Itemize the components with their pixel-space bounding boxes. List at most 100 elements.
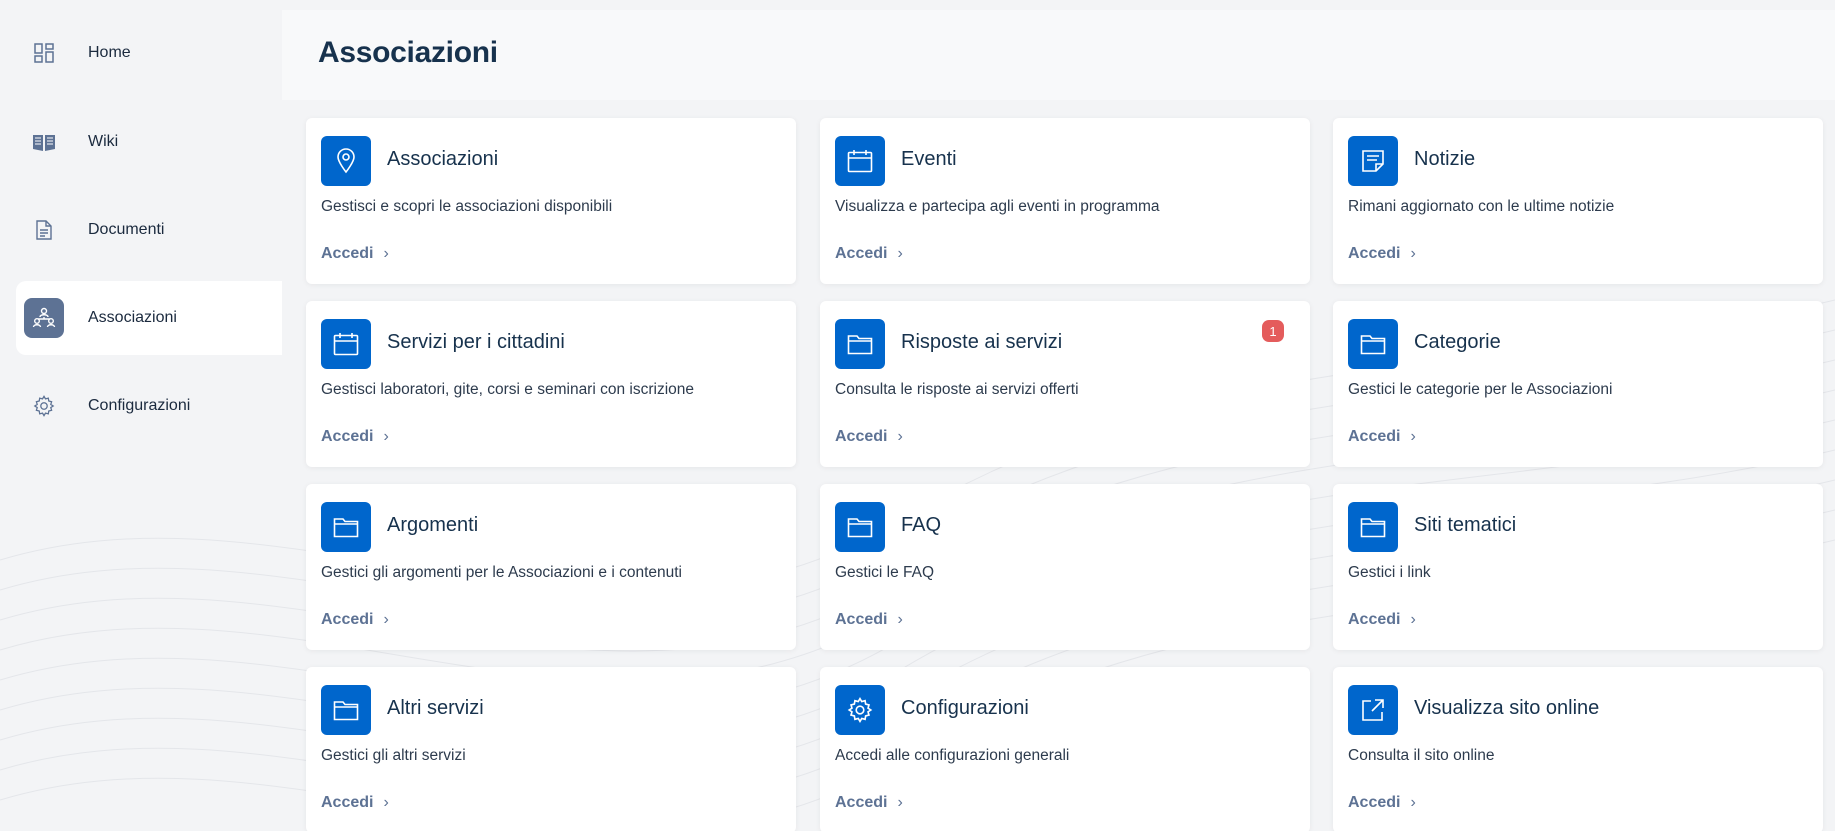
sidebar-item-wiki[interactable]: Wiki	[16, 105, 282, 179]
accedi-label: Accedi	[1348, 794, 1401, 811]
card-description: Gestici le FAQ	[835, 564, 935, 581]
card-title: Notizie	[1414, 148, 1476, 170]
card-description: Consulta le risposte ai servizi offerti	[835, 381, 1079, 398]
card-title: Categorie	[1414, 331, 1501, 353]
accedi-label: Accedi	[1348, 245, 1401, 262]
page-header: Associazioni	[282, 10, 1835, 100]
calendar-icon	[321, 319, 371, 369]
sidebar-item-configurazioni[interactable]: Configurazioni	[16, 369, 282, 443]
gear-icon	[24, 386, 64, 426]
accedi-label: Accedi	[1348, 428, 1401, 445]
book-icon	[24, 122, 64, 162]
sidebar-item-label: Home	[88, 44, 131, 61]
accedi-label: Accedi	[321, 611, 374, 628]
card-description: Consulta il sito online	[1348, 747, 1495, 764]
chevron-right-icon: ›	[383, 428, 389, 445]
sidebar-item-home[interactable]: Home	[16, 16, 282, 90]
card-title: FAQ	[901, 514, 942, 536]
chevron-right-icon: ›	[897, 794, 903, 811]
card-description: Gestici i link	[1348, 564, 1431, 581]
accedi-label: Accedi	[835, 428, 888, 445]
folder-icon	[321, 502, 371, 552]
sidebar-item-label: Documenti	[88, 221, 165, 238]
sidebar-item-label: Associazioni	[88, 309, 177, 326]
chevron-right-icon: ›	[897, 611, 903, 628]
gear-icon	[835, 685, 885, 735]
sidebar-item-label: Wiki	[88, 133, 119, 150]
card-description: Accedi alle configurazioni generali	[835, 747, 1070, 764]
sidebar: Home Wiki Documenti Associazioni Configu…	[0, 0, 282, 831]
chevron-right-icon: ›	[383, 611, 389, 628]
accedi-label: Accedi	[835, 245, 888, 262]
folder-icon	[1348, 502, 1398, 552]
card-associazioni: Associazioni Gestisci e scopri le associ…	[306, 118, 796, 284]
accedi-link[interactable]: Accedi ›	[321, 611, 389, 629]
card-description: Gestisci laboratori, gite, corsi e semin…	[321, 381, 694, 398]
accedi-label: Accedi	[321, 428, 374, 445]
sidebar-item-documenti[interactable]: Documenti	[16, 193, 282, 267]
notification-badge: 1	[1262, 320, 1284, 342]
card-risposte-servizi: Risposte ai servizi 1 Consulta le rispos…	[820, 301, 1310, 467]
accedi-label: Accedi	[1348, 611, 1401, 628]
card-description: Visualizza e partecipa agli eventi in pr…	[835, 198, 1160, 215]
accedi-link[interactable]: Accedi ›	[1348, 794, 1416, 812]
card-siti-tematici: Siti tematici Gestici i link Accedi ›	[1333, 484, 1823, 650]
people-network-icon	[24, 298, 64, 338]
map-pin-icon	[321, 136, 371, 186]
chevron-right-icon: ›	[897, 428, 903, 445]
accedi-link[interactable]: Accedi ›	[1348, 428, 1416, 446]
card-servizi-cittadini: Servizi per i cittadini Gestisci laborat…	[306, 301, 796, 467]
card-title: Argomenti	[387, 514, 479, 536]
card-title: Visualizza sito online	[1414, 697, 1600, 719]
chevron-right-icon: ›	[383, 245, 389, 262]
accedi-link[interactable]: Accedi ›	[1348, 245, 1416, 263]
news-icon	[1348, 136, 1398, 186]
accedi-link[interactable]: Accedi ›	[835, 794, 903, 812]
accedi-label: Accedi	[321, 245, 374, 262]
sidebar-item-label: Configurazioni	[88, 397, 191, 414]
accedi-link[interactable]: Accedi ›	[1348, 611, 1416, 629]
card-description: Rimani aggiornato con le ultime notizie	[1348, 198, 1615, 215]
card-description: Gestici gli altri servizi	[321, 747, 466, 764]
card-description: Gestisci e scopri le associazioni dispon…	[321, 198, 613, 215]
folder-icon	[1348, 319, 1398, 369]
accedi-link[interactable]: Accedi ›	[321, 245, 389, 263]
accedi-label: Accedi	[321, 794, 374, 811]
chevron-right-icon: ›	[383, 794, 389, 811]
card-title: Servizi per i cittadini	[387, 331, 565, 353]
chevron-right-icon: ›	[1410, 428, 1416, 445]
accedi-link[interactable]: Accedi ›	[835, 611, 903, 629]
folder-icon	[835, 319, 885, 369]
accedi-link[interactable]: Accedi ›	[321, 428, 389, 446]
card-title: Risposte ai servizi	[901, 331, 1063, 353]
chevron-right-icon: ›	[1410, 794, 1416, 811]
card-description: Gestici gli argomenti per le Associazion…	[321, 564, 682, 581]
card-notizie: Notizie Rimani aggiornato con le ultime …	[1333, 118, 1823, 284]
document-icon	[24, 210, 64, 250]
accedi-link[interactable]: Accedi ›	[835, 428, 903, 446]
card-title: Siti tematici	[1414, 514, 1517, 536]
card-argomenti: Argomenti Gestici gli argomenti per le A…	[306, 484, 796, 650]
card-title: Eventi	[901, 148, 957, 170]
chevron-right-icon: ›	[1410, 611, 1416, 628]
card-altri-servizi: Altri servizi Gestici gli altri servizi …	[306, 667, 796, 831]
page-title: Associazioni	[318, 36, 498, 69]
folder-icon	[835, 502, 885, 552]
dashboard-icon	[24, 33, 64, 73]
card-eventi: Eventi Visualizza e partecipa agli event…	[820, 118, 1310, 284]
card-description: Gestici le categorie per le Associazioni	[1348, 381, 1613, 398]
sidebar-item-associazioni[interactable]: Associazioni	[16, 281, 282, 355]
accedi-link[interactable]: Accedi ›	[835, 245, 903, 263]
chevron-right-icon: ›	[1410, 245, 1416, 262]
accedi-label: Accedi	[835, 794, 888, 811]
card-title: Associazioni	[387, 148, 499, 170]
accedi-label: Accedi	[835, 611, 888, 628]
card-faq: FAQ Gestici le FAQ Accedi ›	[820, 484, 1310, 650]
card-categorie: Categorie Gestici le categorie per le As…	[1333, 301, 1823, 467]
external-link-icon	[1348, 685, 1398, 735]
card-configurazioni: Configurazioni Accedi alle configurazion…	[820, 667, 1310, 831]
accedi-link[interactable]: Accedi ›	[321, 794, 389, 812]
card-visualizza-sito: Visualizza sito online Consulta il sito …	[1333, 667, 1823, 831]
card-title: Altri servizi	[387, 697, 484, 719]
folder-icon	[321, 685, 371, 735]
